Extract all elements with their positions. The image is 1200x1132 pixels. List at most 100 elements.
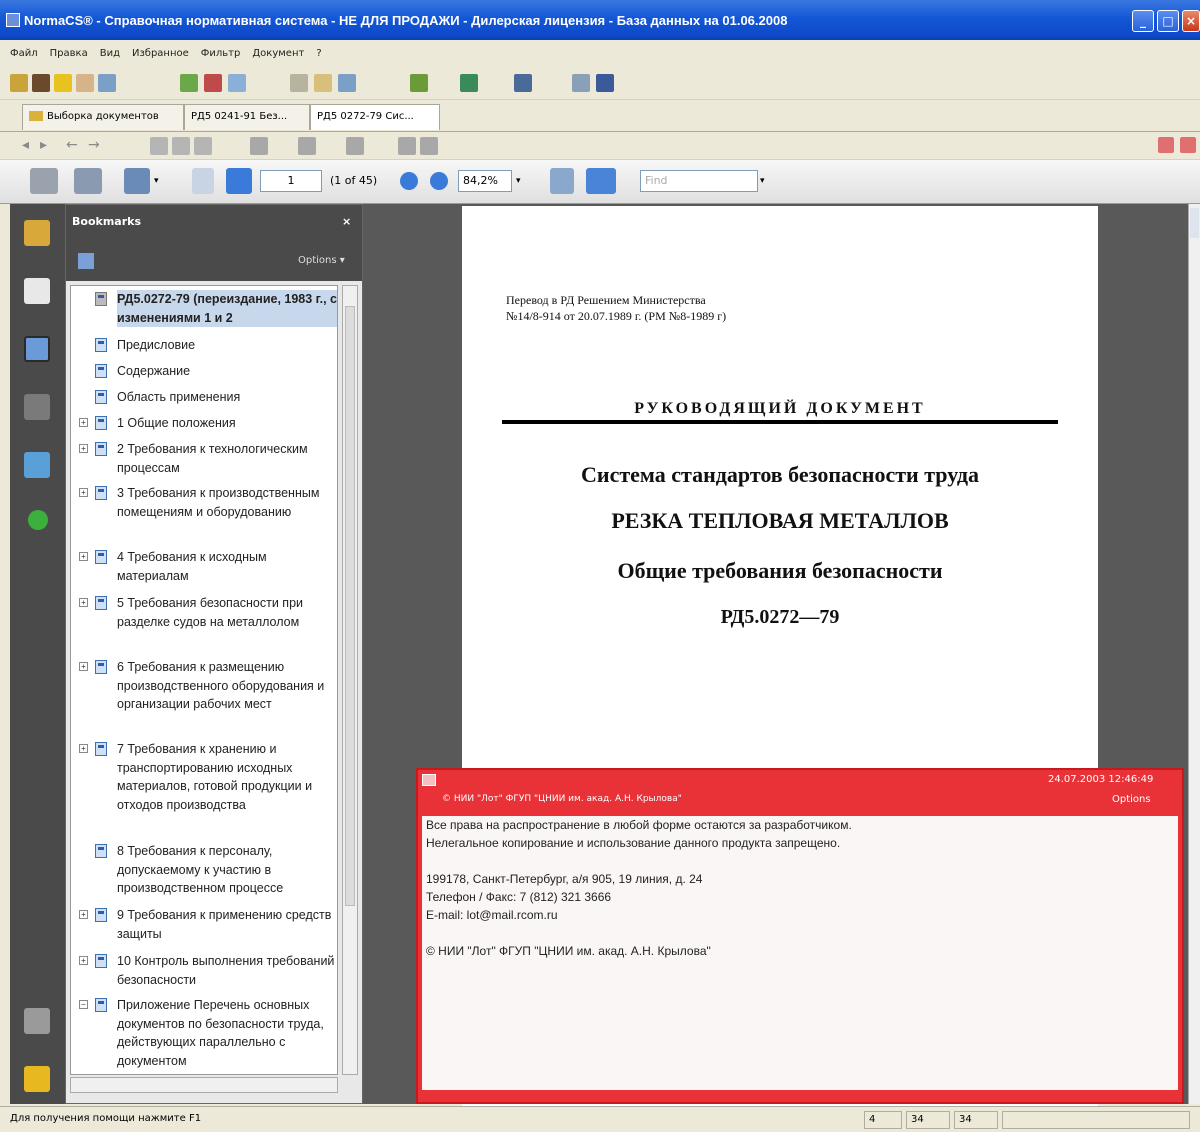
page-icon[interactable] (290, 74, 308, 92)
note-line (426, 924, 1174, 942)
expand-icon[interactable]: + (79, 444, 88, 453)
find-input[interactable]: Find (640, 170, 758, 192)
maximize-button[interactable]: □ (1157, 10, 1179, 32)
menu-view[interactable]: Вид (100, 48, 120, 59)
zoom-icon[interactable] (150, 137, 168, 155)
arrow-right-icon[interactable]: → (88, 137, 100, 153)
expand-icon[interactable]: + (79, 662, 88, 671)
navigation-rail (10, 204, 65, 1104)
copyright-note-popup: 24.07.2003 12:46:49 © НИИ "Лот" ФГУП "ЦН… (416, 768, 1184, 1104)
menu-document[interactable]: Документ (252, 48, 304, 59)
doc-red-icon[interactable] (204, 74, 222, 92)
zoom-out-icon[interactable] (194, 137, 212, 155)
bookmarks-title: Bookmarks (72, 215, 141, 228)
print-gray-icon[interactable] (298, 137, 316, 155)
print-icon[interactable] (30, 168, 58, 194)
fit-page-icon[interactable] (586, 168, 616, 194)
menu-favorites[interactable]: Избранное (132, 48, 189, 59)
previous-page-icon[interactable] (192, 168, 214, 194)
bookmark-label: 4 Требования к исходным материалам (117, 550, 267, 583)
list-gray-icon[interactable] (420, 137, 438, 155)
bookmarks-icon[interactable] (24, 336, 50, 362)
expand-icon[interactable]: + (79, 744, 88, 753)
expand-icon[interactable]: + (79, 598, 88, 607)
zoom-dropdown-icon[interactable]: ▾ (516, 176, 521, 186)
bookmarks-horizontal-scrollbar[interactable] (70, 1077, 338, 1093)
bookmark-icon (95, 364, 107, 378)
open-dropdown-icon[interactable]: ▾ (154, 176, 159, 186)
note-line (426, 852, 1174, 870)
bookmarks-close-button[interactable]: × (342, 215, 351, 228)
settings-icon[interactable] (572, 74, 590, 92)
history-icon[interactable] (76, 74, 94, 92)
document-kind: РУКОВОДЯЩИЙ ДОКУМЕНТ (634, 400, 926, 417)
window-gray-icon[interactable] (398, 137, 416, 155)
tab-rd5-0272[interactable]: РД5 0272-79 Сис... (310, 104, 440, 130)
menu-edit[interactable]: Правка (50, 48, 88, 59)
help-icon[interactable] (28, 510, 48, 530)
minimize-button[interactable]: _ (1132, 10, 1154, 32)
tree-icon[interactable] (98, 74, 116, 92)
export-icon[interactable] (314, 74, 332, 92)
star-icon[interactable] (54, 74, 72, 92)
zoom-out-button[interactable] (400, 172, 418, 190)
menu-help[interactable]: ? (316, 48, 321, 59)
print-preview-icon[interactable] (514, 74, 532, 92)
collapse-icon[interactable]: − (79, 1000, 88, 1009)
doc-green-icon[interactable] (180, 74, 198, 92)
close-doc-icon[interactable] (1180, 137, 1196, 153)
find-dropdown-icon[interactable]: ▾ (760, 176, 765, 186)
open-icon[interactable] (124, 168, 150, 194)
bookmark-new-icon[interactable] (78, 253, 94, 269)
menu-file[interactable]: Файл (10, 48, 38, 59)
export-dropdown-icon[interactable] (338, 74, 356, 92)
window-icon[interactable] (596, 74, 614, 92)
restore-doc-icon[interactable] (1158, 137, 1174, 153)
expand-icon[interactable]: + (79, 552, 88, 561)
lock-icon[interactable] (24, 220, 50, 246)
page-number-input[interactable]: 1 (260, 170, 322, 192)
layers-icon[interactable] (24, 452, 50, 478)
document-title: РЕЗКА ТЕПЛОВАЯ МЕТАЛЛОВ (611, 508, 949, 533)
tab-rd5-0241[interactable]: РД5 0241-91 Без... (184, 104, 310, 130)
expand-icon[interactable]: + (79, 910, 88, 919)
fit-width-icon[interactable] (550, 168, 574, 194)
arrow-left-icon[interactable]: ← (66, 137, 78, 153)
scrollbar-thumb[interactable] (1190, 208, 1199, 238)
doc-blue-icon[interactable] (228, 74, 246, 92)
binoculars-gray-icon[interactable] (250, 137, 268, 155)
note-body: Все права на распространение в любой фор… (422, 816, 1178, 1090)
zoom-in-button[interactable] (430, 172, 448, 190)
expand-icon[interactable]: + (79, 418, 88, 427)
bookmarks-options-button[interactable]: Options ▾ (298, 255, 345, 266)
list-green-icon[interactable] (410, 74, 428, 92)
zoom-input[interactable]: 84,2% (458, 170, 512, 192)
bookmark-item[interactable]: РД5.0272-79 (переиздание, 1983 г., с изм… (71, 290, 337, 328)
bookmarks-scrollbar[interactable] (342, 285, 358, 1075)
bookmark-label: Область применения (117, 390, 241, 404)
folder-icon (29, 111, 43, 121)
expand-icon[interactable]: + (79, 488, 88, 497)
attachment-icon[interactable] (24, 1008, 50, 1034)
back-icon[interactable]: ◂ (22, 137, 29, 153)
signatures-icon[interactable] (24, 394, 50, 420)
zoom-in-icon[interactable] (172, 137, 190, 155)
next-page-icon[interactable] (226, 168, 252, 194)
list-icon[interactable] (460, 74, 478, 92)
expand-icon[interactable]: + (79, 956, 88, 965)
close-button[interactable]: × (1182, 10, 1200, 32)
forward-icon[interactable]: ▸ (40, 137, 47, 153)
document-scrollbar[interactable] (1188, 204, 1200, 1104)
comments-icon[interactable] (24, 1066, 50, 1092)
status-help-text: Для получения помощи нажмите F1 (10, 1113, 202, 1124)
binoculars-icon[interactable] (32, 74, 50, 92)
note-options-button[interactable]: Options (1112, 794, 1151, 805)
search-icon[interactable] (10, 74, 28, 92)
save-icon[interactable] (74, 168, 102, 194)
menu-filter[interactable]: Фильтр (201, 48, 241, 59)
tab-document-selection[interactable]: Выборка документов (22, 104, 184, 130)
copy-gray-icon[interactable] (346, 137, 364, 155)
pages-icon[interactable] (24, 278, 50, 304)
scrollbar-thumb[interactable] (345, 306, 355, 906)
bookmark-label: Содержание (117, 364, 191, 378)
